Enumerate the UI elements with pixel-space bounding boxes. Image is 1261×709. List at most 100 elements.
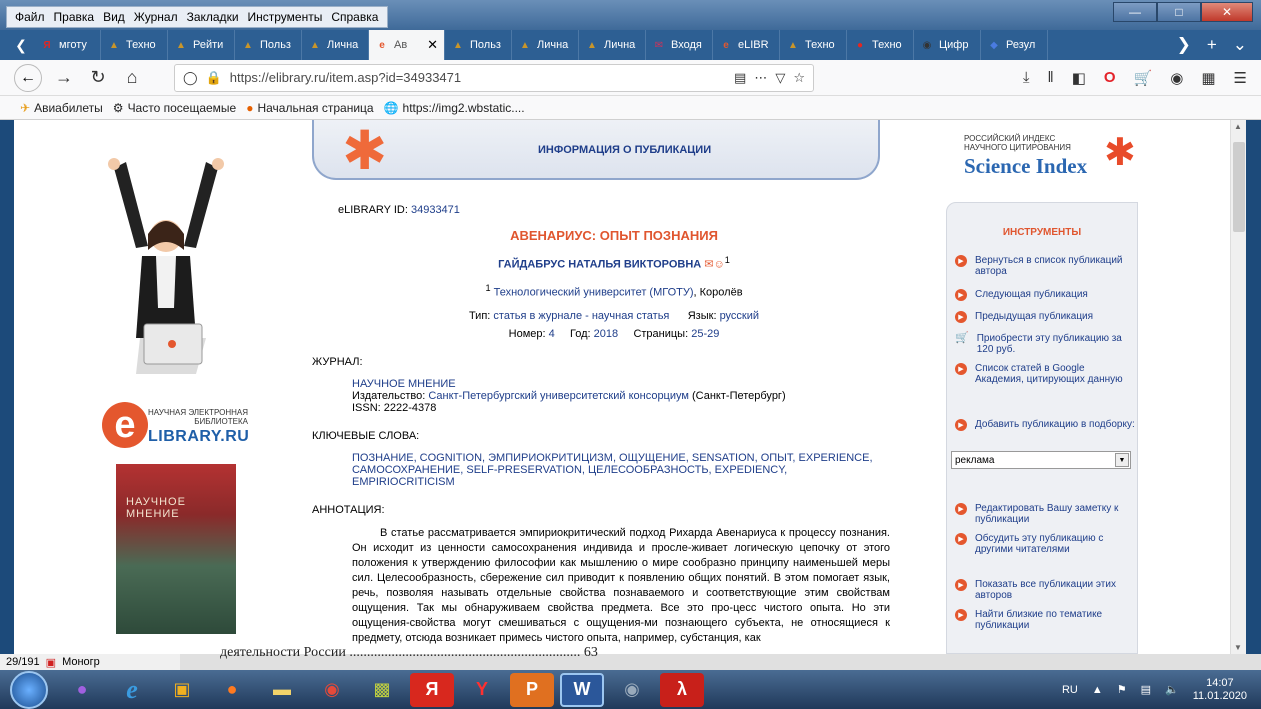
taskbar-app-square-icon[interactable]: ▩	[360, 673, 404, 707]
shield-icon[interactable]: ◯	[183, 70, 198, 86]
browser-tab[interactable]: ▲ Рейти	[168, 30, 235, 60]
menu-file[interactable]: Файл	[15, 10, 45, 24]
browser-tab[interactable]: ▲ Польз	[235, 30, 302, 60]
email-icon[interactable]: ✉	[704, 259, 713, 271]
taskbar-word-icon[interactable]: W	[560, 672, 604, 707]
opera-addon-icon[interactable]: O	[1104, 69, 1116, 86]
close-window-button[interactable]: ✕	[1201, 2, 1253, 22]
reader-view-icon[interactable]: ▤	[734, 70, 746, 86]
browser-tab[interactable]: ▲ Техно	[780, 30, 847, 60]
person-icon[interactable]: ☺	[714, 259, 725, 271]
new-tab-icon[interactable]: +	[1207, 35, 1217, 55]
browser-tab[interactable]: ▲ Польз	[445, 30, 512, 60]
taskbar-chrome-icon[interactable]: ◉	[310, 673, 354, 707]
tool-next-publication[interactable]: ▶ Следующая публикация	[955, 289, 1135, 301]
tab-scroll-left-icon[interactable]: ❮	[8, 30, 34, 60]
bookmark-home-page[interactable]: ● Начальная страница	[246, 101, 373, 115]
maximize-button[interactable]: □	[1157, 2, 1201, 22]
browser-tab[interactable]: ◉ Цифр	[914, 30, 981, 60]
taskbar-yandex-browser-icon[interactable]: Y	[460, 673, 504, 707]
affiliation-link[interactable]: Технологический университет (МГОТУ)	[494, 286, 694, 298]
lang-value[interactable]: русский	[720, 310, 759, 322]
tool-previous-publication[interactable]: ▶ Предыдущая публикация	[955, 311, 1135, 323]
tool-show-author-publications[interactable]: ▶ Показать все публикации этих авторов	[955, 579, 1135, 601]
forward-button[interactable]: →	[52, 67, 76, 88]
browser-tab[interactable]: ◆ Резул	[981, 30, 1048, 60]
volume-icon[interactable]: 🔈	[1165, 683, 1179, 696]
clock[interactable]: 14:07 11.01.2020	[1193, 677, 1247, 703]
menu-edit[interactable]: Правка	[54, 10, 95, 24]
taskbar-app-purple-icon[interactable]: ●	[60, 673, 104, 707]
sidebar-icon[interactable]: ◧	[1072, 69, 1086, 87]
bookmark-wbstatic[interactable]: 🌐 https://img2.wbstatic....	[384, 101, 525, 115]
taskbar-explorer-icon[interactable]: ▬	[260, 673, 304, 707]
keywords-links[interactable]: ПОЗНАНИЕ, COGNITION, ЭМПИРИОКРИТИЦИЗМ, О…	[352, 452, 873, 488]
tray-expand-icon[interactable]: ▲	[1092, 684, 1103, 696]
year-value[interactable]: 2018	[594, 328, 618, 340]
account-icon[interactable]: ◉	[1170, 69, 1183, 87]
close-tab-icon[interactable]: ✕	[427, 37, 438, 53]
start-button[interactable]	[10, 670, 48, 709]
browser-tab[interactable]: ▲ Лична	[302, 30, 369, 60]
cart-icon[interactable]: 🛒	[1134, 69, 1153, 87]
taskbar-acrobat-icon[interactable]: λ	[660, 672, 704, 707]
back-button[interactable]: ←	[14, 63, 42, 92]
journal-link[interactable]: НАУЧНОЕ МНЕНИЕ	[352, 378, 456, 390]
author-link[interactable]: ГАЙДАБРУС НАТАЛЬЯ ВИКТОРОВНА	[498, 259, 701, 271]
scroll-up-icon[interactable]: ▲	[1234, 122, 1242, 131]
browser-tab[interactable]: Ямготу	[34, 30, 101, 60]
bookmark-aviabilety[interactable]: ✈ Авиабилеты	[20, 101, 103, 115]
number-value[interactable]: 4	[549, 328, 555, 340]
bookmark-star-icon[interactable]: ☆	[793, 70, 805, 86]
bookmark-most-visited[interactable]: ⚙ Часто посещаемые	[113, 101, 236, 115]
menu-bookmarks[interactable]: Закладки	[187, 10, 239, 24]
flag-icon[interactable]: ⚑	[1117, 683, 1127, 696]
science-index-logo[interactable]: РОССИЙСКИЙ ИНДЕКС НАУЧНОГО ЦИТИРОВАНИЯ S…	[964, 134, 1144, 194]
language-indicator[interactable]: RU	[1062, 684, 1078, 696]
browser-tab[interactable]: e Ав ✕	[369, 30, 445, 60]
tool-back-to-author-list[interactable]: ▶ Вернуться в список публикаций автора	[955, 255, 1135, 277]
pocket-icon[interactable]: ▽	[775, 70, 785, 86]
taskbar-firefox-icon[interactable]: ●	[210, 673, 254, 707]
tool-add-to-collection[interactable]: ▶ Добавить публикацию в подборку:	[955, 419, 1135, 431]
menu-history[interactable]: Журнал	[134, 10, 178, 24]
tool-google-scholar[interactable]: ▶ Список статей в Google Академия, цитиру…	[955, 363, 1135, 385]
url-text[interactable]: https://elibrary.ru/item.asp?id=34933471	[230, 70, 726, 85]
type-value[interactable]: статья в журнале - научная статья	[493, 310, 669, 322]
page-actions-icon[interactable]: ⋯	[754, 70, 767, 86]
lock-icon[interactable]: 🔒	[206, 70, 222, 86]
browser-tab[interactable]: e eLIBR	[713, 30, 780, 60]
page-scrollbar[interactable]: ▲ ▼	[1230, 120, 1246, 654]
menu-view[interactable]: Вид	[103, 10, 125, 24]
minimize-button[interactable]: —	[1113, 2, 1157, 22]
elibrary-id-link[interactable]: 34933471	[411, 204, 460, 216]
elibrary-logo[interactable]: e НАУЧНАЯ ЭЛЕКТРОННАЯ БИБЛИОТЕКА LIBRARY.…	[102, 402, 262, 448]
tool-find-similar[interactable]: ▶ Найти близкие по тематике публикации	[955, 609, 1135, 631]
browser-tab[interactable]: ● Техно	[847, 30, 914, 60]
browser-tab[interactable]: ▲ Техно	[101, 30, 168, 60]
menu-tools[interactable]: Инструменты	[248, 10, 323, 24]
taskbar-app-eye-icon[interactable]: ◉	[610, 673, 654, 707]
pages-value[interactable]: 25-29	[691, 328, 719, 340]
browser-tab[interactable]: ▲ Лична	[579, 30, 646, 60]
scrollbar-thumb[interactable]	[1233, 142, 1245, 232]
publisher-link[interactable]: Санкт-Петербургский университетский конс…	[428, 390, 689, 402]
scroll-down-icon[interactable]: ▼	[1234, 643, 1242, 652]
browser-tab[interactable]: ▲ Лична	[512, 30, 579, 60]
taskbar-app-blue-icon[interactable]: ▣	[160, 673, 204, 707]
browser-tab[interactable]: ✉ Входя	[646, 30, 713, 60]
home-button[interactable]: ⌂	[120, 67, 144, 88]
taskbar-paint-icon[interactable]: P	[510, 672, 554, 707]
reload-button[interactable]: ↻	[86, 67, 110, 88]
taskbar-ie-icon[interactable]: e	[110, 673, 154, 707]
library-icon[interactable]: ‖	[1048, 69, 1054, 86]
tool-discuss[interactable]: ▶ Обсудить эту публикацию с другими читат…	[955, 533, 1135, 555]
background-doc-label[interactable]: Моногр	[62, 656, 100, 668]
journal-cover-image[interactable]: НАУЧНОЕ МНЕНИЕ	[116, 464, 236, 634]
tab-scroll-right-icon[interactable]: ❯	[1177, 35, 1191, 55]
menu-help[interactable]: Справка	[331, 10, 378, 24]
tab-list-icon[interactable]: ⌄	[1233, 35, 1247, 55]
download-icon[interactable]: ⤓	[1023, 69, 1030, 86]
tool-buy-publication[interactable]: 🛒 Приобрести эту публикацию за 120 руб.	[955, 333, 1135, 356]
taskbar-yandex-icon[interactable]: Я	[410, 672, 454, 707]
